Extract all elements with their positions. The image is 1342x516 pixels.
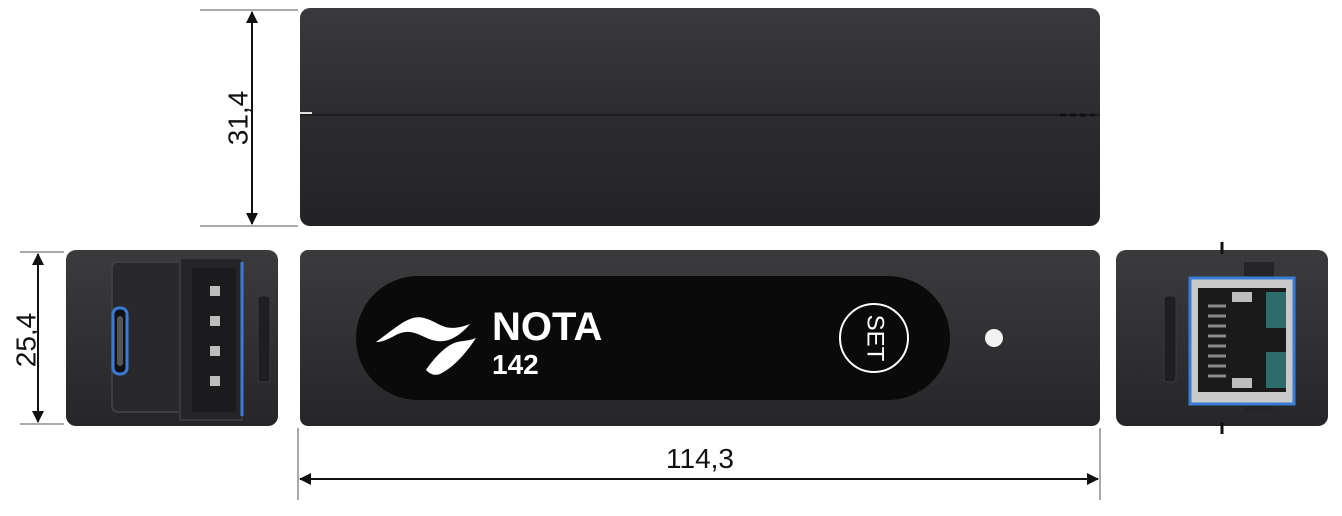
set-button[interactable]: SET [839, 303, 909, 373]
technical-drawing: 31,4 25,4 NOTA 142 SET 114,3 [10, 8, 1328, 500]
rj45-led-top [1266, 292, 1286, 328]
rj45-led-bottom [1266, 352, 1286, 388]
rj45-latch [1232, 292, 1252, 302]
top-view [300, 8, 1100, 226]
height-top-label: 31,4 [222, 91, 253, 146]
rj45-latch [1232, 378, 1252, 388]
height-dimension-side: 25,4 [10, 251, 64, 425]
terminal-pin-1 [210, 286, 220, 296]
left-end-slot [257, 295, 271, 383]
height-dimension-top: 31,4 [200, 9, 298, 227]
right-end-view [1116, 242, 1328, 434]
set-button-label: SET [862, 315, 889, 362]
left-end-view [66, 250, 278, 426]
top-view-body [300, 8, 1100, 226]
length-label: 114,3 [666, 443, 734, 474]
length-dimension: 114,3 [297, 428, 1101, 500]
terminal-pin-3 [210, 346, 220, 356]
brand-name: NOTA [492, 305, 602, 349]
status-led-icon [985, 329, 1003, 347]
height-side-label: 25,4 [10, 313, 41, 368]
front-view: NOTA 142 SET [300, 250, 1100, 426]
terminal-pin-4 [210, 376, 220, 386]
right-end-slot [1163, 295, 1177, 383]
usb-c-tongue [117, 316, 123, 366]
model-number: 142 [492, 349, 539, 380]
terminal-pin-2 [210, 316, 220, 326]
